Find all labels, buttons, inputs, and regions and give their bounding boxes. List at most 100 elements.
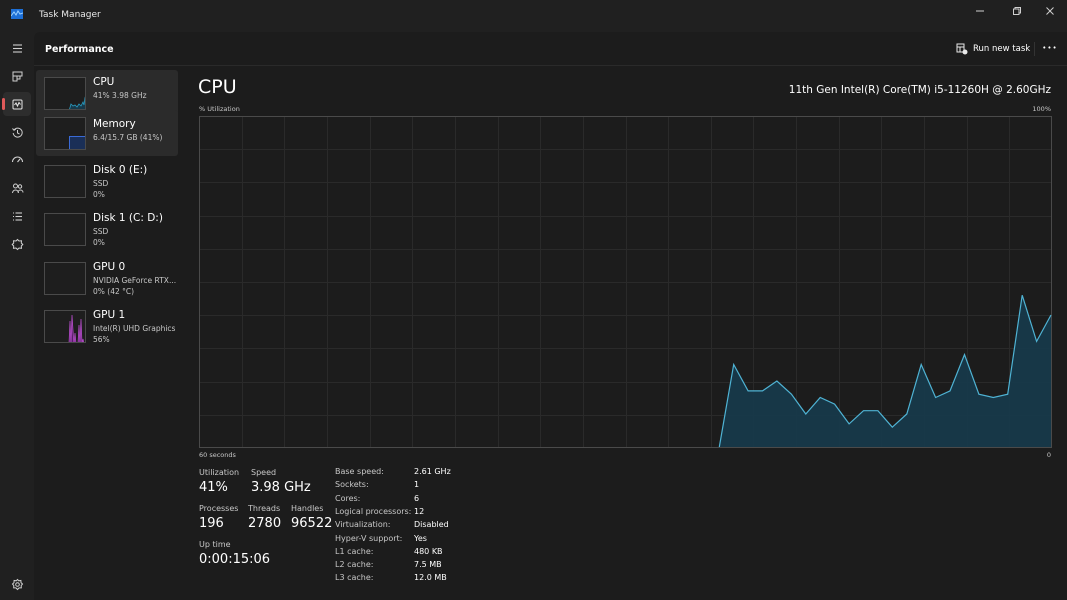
y-axis-label: % Utilization: [199, 105, 240, 113]
spec-label: Base speed:: [335, 467, 384, 476]
page-title: Performance: [45, 44, 114, 55]
more-options-button[interactable]: •••: [1040, 39, 1060, 57]
x-axis-right-label: 0: [1046, 451, 1051, 459]
device-usage: 0%: [93, 190, 105, 199]
device-model: Intel(R) UHD Graphics: [93, 324, 176, 333]
gpu0-thumbnail-graph: [44, 262, 86, 295]
hamburger-icon: [12, 43, 22, 53]
speed-label: Speed: [251, 468, 277, 477]
details-icon: [12, 211, 22, 221]
run-new-task-button[interactable]: Run new task: [956, 40, 1030, 58]
device-name: GPU 1: [93, 309, 126, 321]
spec-label: L2 cache:: [335, 560, 374, 570]
uptime-value: 0:00:15:06: [199, 552, 271, 567]
device-model: NVIDIA GeForce RTX...: [93, 276, 177, 285]
handles-label: Handles: [291, 504, 324, 513]
spec-value: 12: [414, 506, 425, 516]
y-axis-max-label: 100%: [1032, 105, 1051, 113]
nav-performance[interactable]: [2, 92, 31, 116]
gpu1-thumbnail-graph: [44, 310, 86, 343]
device-name: Disk 1 (C: D:): [93, 212, 163, 224]
nav-app-history[interactable]: [3, 120, 31, 144]
memory-thumbnail-graph: [44, 117, 86, 150]
cpu-utilization-chart: [199, 116, 1052, 448]
utilization-label: Utilization: [199, 468, 240, 477]
spec-value: Yes: [414, 533, 427, 543]
threads-label: Threads: [248, 504, 281, 513]
page-header: Performance Run new task •••: [34, 32, 1067, 66]
restore-icon: [1013, 7, 1021, 15]
device-name: GPU 0: [93, 261, 126, 273]
nav-users[interactable]: [3, 176, 31, 200]
gpu1-thumbnail-svg: [68, 314, 85, 342]
minimize-icon: [976, 10, 984, 12]
header-divider: [1034, 42, 1035, 56]
handles-value: 96522: [291, 516, 333, 531]
run-new-task-label: Run new task: [973, 44, 1031, 54]
spec-value: 480 KB: [414, 546, 443, 556]
device-name: CPU: [93, 76, 115, 88]
task-manager-app-icon: [11, 9, 23, 19]
spec-value: 7.5 MB: [414, 560, 442, 570]
device-name: Disk 0 (E:): [93, 164, 148, 176]
processes-value: 196: [199, 516, 224, 531]
title-bar: Task Manager: [0, 0, 1067, 32]
history-icon: [11, 127, 23, 138]
device-detail: 6.4/15.7 GB (41%): [93, 133, 163, 142]
spec-label: L1 cache:: [335, 546, 374, 556]
spec-value: 2.61 GHz: [414, 467, 451, 476]
main-panel: Performance Run new task ••• CPU 41% 3.9…: [34, 32, 1067, 600]
restore-button[interactable]: [1000, 0, 1034, 22]
device-detail: 41% 3.98 GHz: [93, 91, 147, 100]
device-type: SSD: [93, 179, 109, 188]
close-icon: [1046, 7, 1054, 15]
spec-label: Sockets:: [335, 480, 369, 490]
services-icon: [10, 238, 24, 250]
nav-services[interactable]: [3, 232, 31, 256]
spec-label: Virtualization:: [335, 520, 391, 530]
device-disk-0[interactable]: Disk 0 (E:) SSD 0%: [36, 158, 178, 204]
spec-label: Hyper-V support:: [335, 533, 403, 543]
nav-menu-button[interactable]: [3, 36, 31, 60]
performance-icon: [12, 99, 22, 109]
device-usage: 0% (42 °C): [93, 287, 135, 296]
x-axis-left-label: 60 seconds: [199, 451, 236, 459]
nav-rail: [0, 32, 34, 600]
cpu-thumbnail-graph: [44, 77, 86, 110]
nav-details[interactable]: [3, 204, 31, 228]
cpu-chart-svg: [199, 116, 1052, 448]
detail-title: CPU: [198, 76, 237, 98]
cpu-thumbnail-svg: [69, 96, 85, 109]
device-disk-1[interactable]: Disk 1 (C: D:) SSD 0%: [36, 206, 178, 252]
nav-settings[interactable]: [3, 572, 31, 596]
processes-label: Processes: [199, 504, 239, 513]
nav-processes[interactable]: [3, 64, 31, 88]
device-usage: 56%: [93, 335, 110, 344]
disk0-thumbnail-graph: [44, 165, 86, 198]
spec-value: Disabled: [414, 520, 449, 530]
window-title: Task Manager: [39, 10, 101, 20]
utilization-value: 41%: [199, 480, 228, 495]
spec-value: 6: [414, 493, 420, 503]
device-gpu-1[interactable]: GPU 1 Intel(R) UHD Graphics 56%: [36, 303, 178, 349]
device-gpu-0[interactable]: GPU 0 NVIDIA GeForce RTX... 0% (42 °C): [36, 255, 178, 301]
device-memory[interactable]: Memory 6.4/15.7 GB (41%): [36, 110, 178, 156]
uptime-label: Up time: [199, 540, 231, 549]
more-icon: •••: [1042, 44, 1058, 52]
processes-icon: [12, 71, 22, 81]
gear-icon: [11, 578, 23, 590]
minimize-button[interactable]: [963, 0, 997, 22]
spec-label: L3 cache:: [335, 573, 374, 583]
spec-value: 1: [414, 480, 420, 490]
cpu-model-name: 11th Gen Intel(R) Core(TM) i5-11260H @ 2…: [788, 84, 1051, 96]
run-new-task-icon: [956, 43, 968, 55]
threads-value: 2780: [248, 516, 282, 531]
memory-usage-fill: [69, 136, 85, 149]
close-button[interactable]: [1033, 0, 1067, 22]
device-name: Memory: [93, 118, 136, 130]
spec-value: 12.0 MB: [414, 573, 447, 583]
device-type: SSD: [93, 227, 109, 236]
nav-startup-apps[interactable]: [3, 148, 31, 172]
spec-label: Logical processors:: [335, 506, 412, 516]
users-icon: [11, 183, 23, 193]
